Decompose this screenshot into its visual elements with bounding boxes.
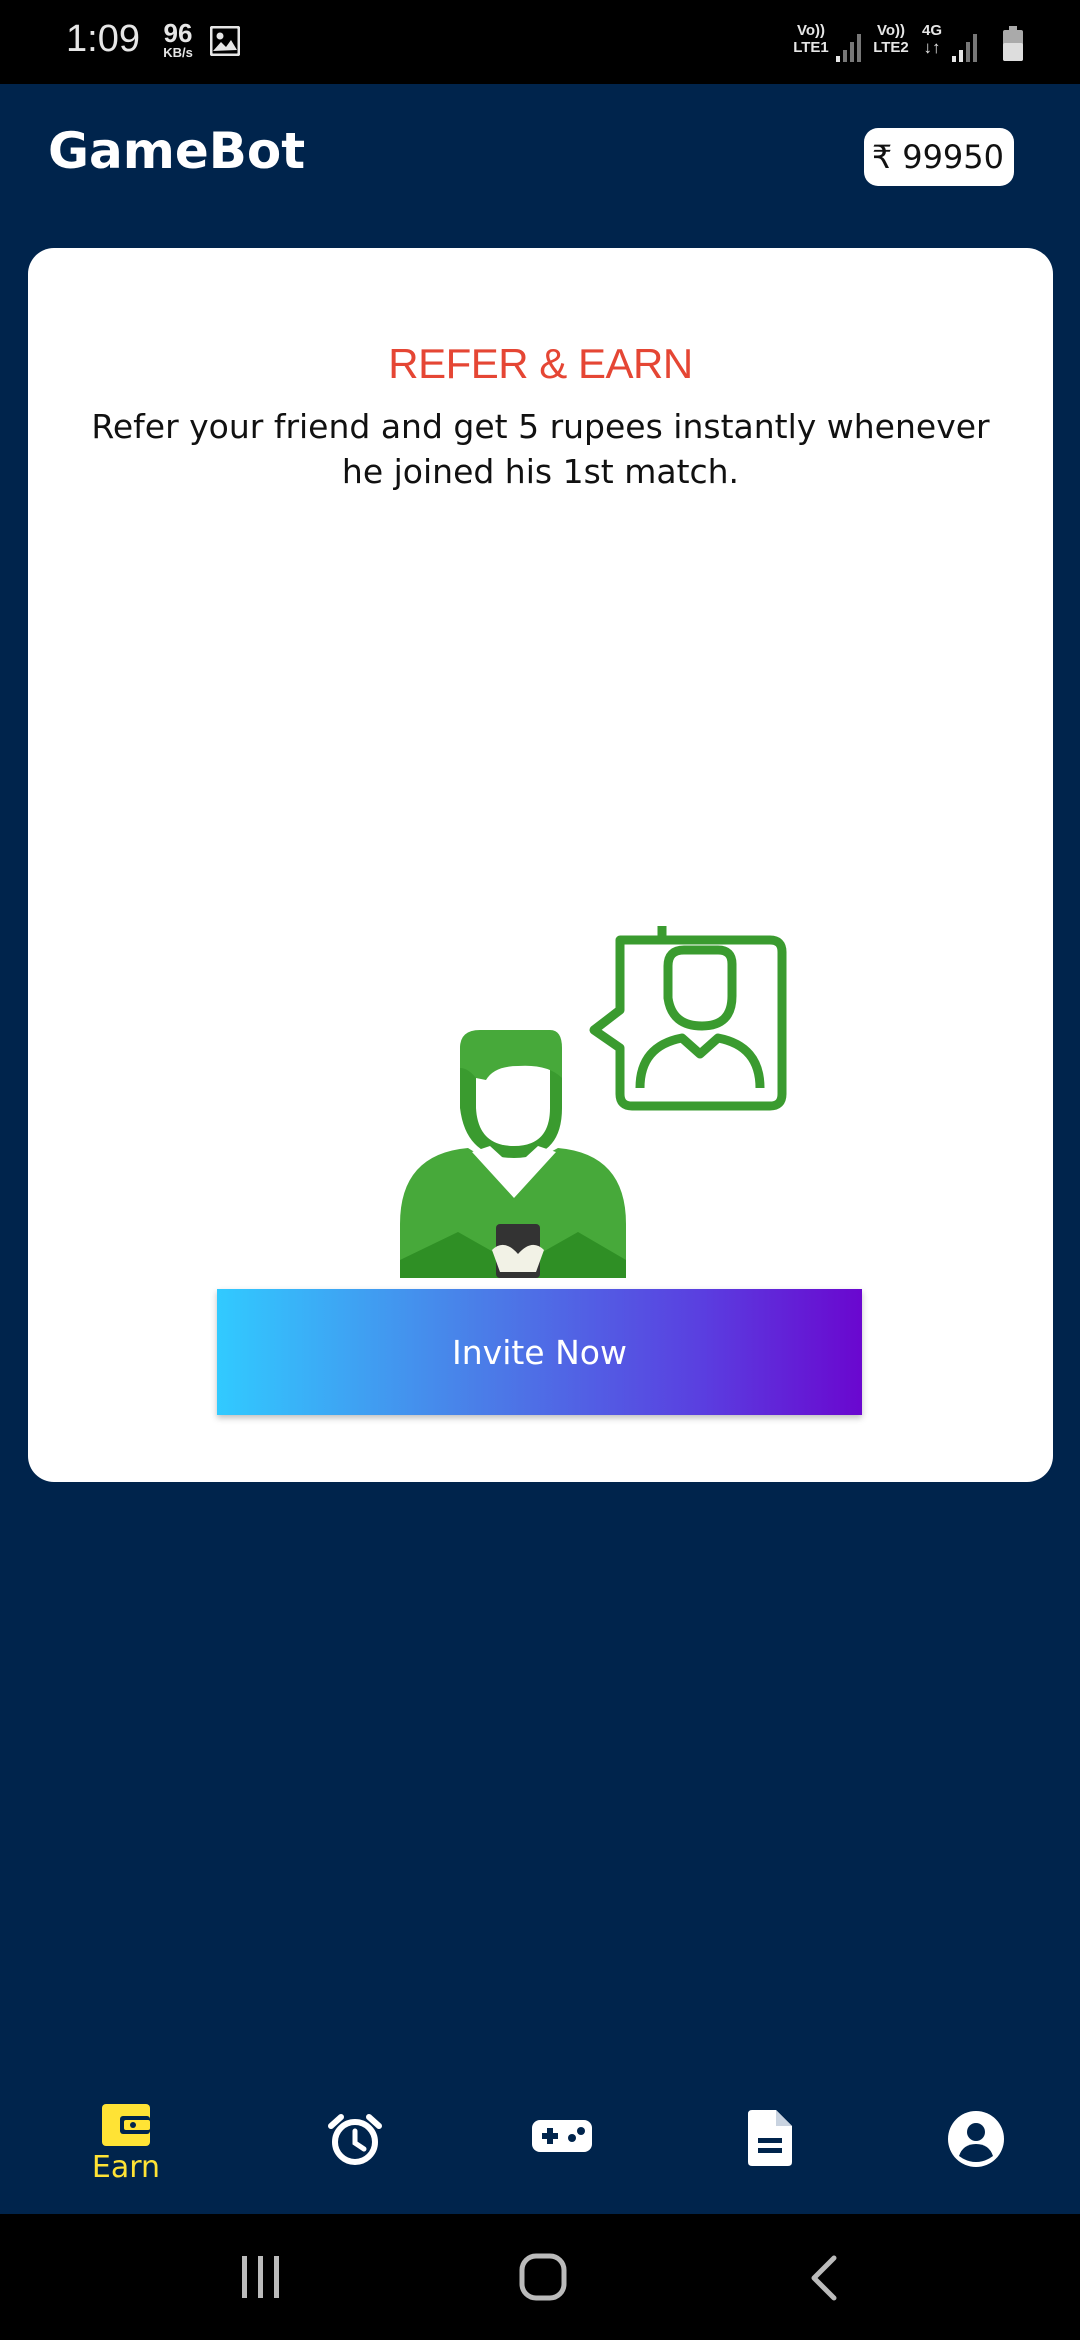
person-icon bbox=[400, 1030, 626, 1278]
battery-icon bbox=[1003, 26, 1023, 61]
network-speed-value: 96 bbox=[163, 18, 193, 48]
nav-label-earn: Earn bbox=[91, 2150, 161, 2185]
status-time: 1:09 bbox=[66, 18, 140, 60]
contact-bubble-icon bbox=[589, 926, 787, 1111]
wallet-balance[interactable]: ₹ 99950 bbox=[863, 128, 1014, 186]
rupee-symbol: ₹ bbox=[871, 138, 893, 176]
network-type: 4G ↓↑ bbox=[921, 22, 942, 57]
app-header: GameBot ₹ 99950 bbox=[0, 84, 1080, 248]
recent-apps-icon[interactable] bbox=[236, 2254, 286, 2300]
nav-item-documents[interactable] bbox=[661, 2080, 877, 2214]
alarm-clock-icon bbox=[328, 2114, 382, 2165]
signal-icon-2 bbox=[952, 34, 977, 62]
refer-title: REFER & EARN bbox=[388, 340, 693, 387]
refer-card: REFER & EARN Refer your friend and get 5… bbox=[28, 248, 1053, 1482]
sim2-indicator: Vo)) LTE2 bbox=[873, 22, 909, 56]
nav-item-profile[interactable] bbox=[868, 2080, 1080, 2214]
account-icon bbox=[948, 2111, 1004, 2167]
nav-item-games[interactable] bbox=[454, 2080, 670, 2214]
status-bar: 1:09 96 KB/s Vo)) LTE1 Vo)) LTE2 4G ↓↑ bbox=[0, 0, 1080, 84]
back-icon[interactable] bbox=[806, 2254, 842, 2302]
system-nav-bar bbox=[0, 2214, 1080, 2340]
nav-item-alarm[interactable] bbox=[247, 2080, 463, 2214]
wallet-icon bbox=[102, 2104, 150, 2146]
app-title: GameBot bbox=[48, 122, 306, 180]
sim1-indicator: Vo)) LTE1 bbox=[793, 22, 829, 56]
network-speed-unit: KB/s bbox=[163, 45, 193, 60]
refer-illustration bbox=[342, 926, 787, 1304]
gamepad-icon bbox=[532, 2120, 592, 2152]
document-icon bbox=[748, 2110, 792, 2166]
home-icon[interactable] bbox=[518, 2252, 568, 2302]
status-indicators: Vo)) LTE1 Vo)) LTE2 4G ↓↑ bbox=[790, 22, 1040, 66]
network-speed: 96 KB/s bbox=[158, 20, 198, 59]
balance-amount: 99950 bbox=[902, 138, 1004, 176]
invite-now-button[interactable]: Invite Now bbox=[217, 1289, 862, 1415]
gallery-icon bbox=[210, 26, 240, 56]
refer-description: Refer your friend and get 5 rupees insta… bbox=[91, 407, 990, 491]
nav-item-earn[interactable]: Earn bbox=[18, 2080, 234, 2214]
bottom-nav: Earn bbox=[0, 2080, 1080, 2214]
signal-icon bbox=[836, 34, 861, 62]
